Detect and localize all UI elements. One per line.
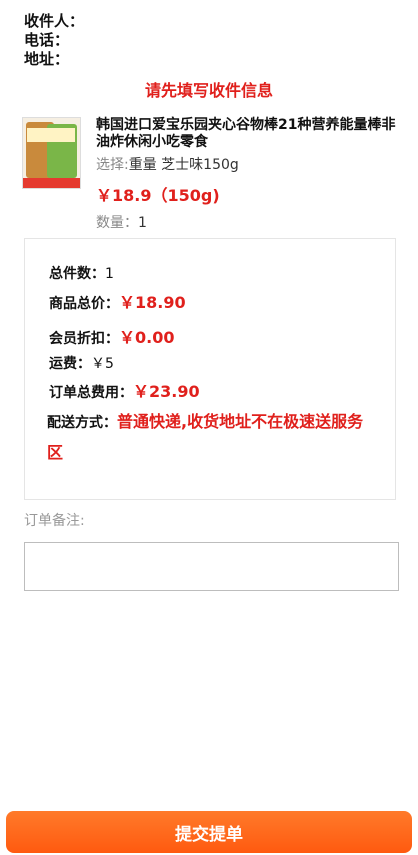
product-quantity: 数量：1 bbox=[96, 212, 396, 232]
freight-value: ￥5 bbox=[91, 356, 114, 372]
product-thumbnail bbox=[22, 117, 81, 189]
order-total-label: 订单总费用： bbox=[49, 385, 133, 401]
address-label: 地址： bbox=[24, 50, 70, 68]
fill-address-warning[interactable]: 请先填写收件信息 bbox=[0, 77, 418, 101]
item-count-row: 总件数：1 bbox=[49, 263, 114, 283]
member-discount-label: 会员折扣： bbox=[49, 331, 119, 347]
receiver-label: 收件人： bbox=[24, 12, 85, 30]
member-discount-row: 会员折扣：￥0.00 bbox=[49, 324, 174, 348]
goods-total-row: 商品总价：￥18.90 bbox=[49, 289, 186, 313]
product-price: ￥18.9（150g) bbox=[96, 186, 220, 205]
member-discount-value: ￥0.00 bbox=[119, 328, 175, 347]
phone-label: 电话： bbox=[24, 31, 70, 49]
order-total-value: ￥23.90 bbox=[133, 382, 200, 401]
item-count-value: 1 bbox=[105, 266, 114, 282]
product-title: 韩国进口爱宝乐园夹心谷物棒21种营养能量棒非油炸休闲小吃零食 bbox=[96, 117, 396, 150]
product-option: 选择:重量 芝士味150g bbox=[96, 154, 396, 174]
option-label: 选择: bbox=[96, 157, 129, 173]
order-note-label: 订单备注: bbox=[24, 513, 85, 529]
submit-order-button[interactable]: 提交提单 bbox=[6, 811, 412, 853]
option-value: 重量 芝士味150g bbox=[128, 157, 239, 173]
order-summary: 总件数：1 商品总价：￥18.90 会员折扣：￥0.00 运费：￥5 订单总费用… bbox=[24, 238, 396, 500]
item-count-label: 总件数： bbox=[49, 266, 105, 282]
goods-total-value: ￥18.90 bbox=[119, 293, 186, 312]
address-section[interactable]: 收件人： 电话： 地址： bbox=[24, 12, 84, 69]
freight-row: 运费：￥5 bbox=[49, 353, 114, 373]
order-total-row: 订单总费用：￥23.90 bbox=[49, 378, 200, 402]
goods-total-label: 商品总价： bbox=[49, 296, 119, 312]
quantity-value: 1 bbox=[138, 215, 147, 231]
delivery-method: 配送方式：普通快递,收货地址不在极速送服务区 bbox=[47, 407, 377, 468]
quantity-label: 数量： bbox=[96, 215, 138, 231]
delivery-label: 配送方式： bbox=[47, 415, 117, 431]
order-note-input[interactable] bbox=[24, 542, 399, 591]
freight-label: 运费： bbox=[49, 356, 91, 372]
